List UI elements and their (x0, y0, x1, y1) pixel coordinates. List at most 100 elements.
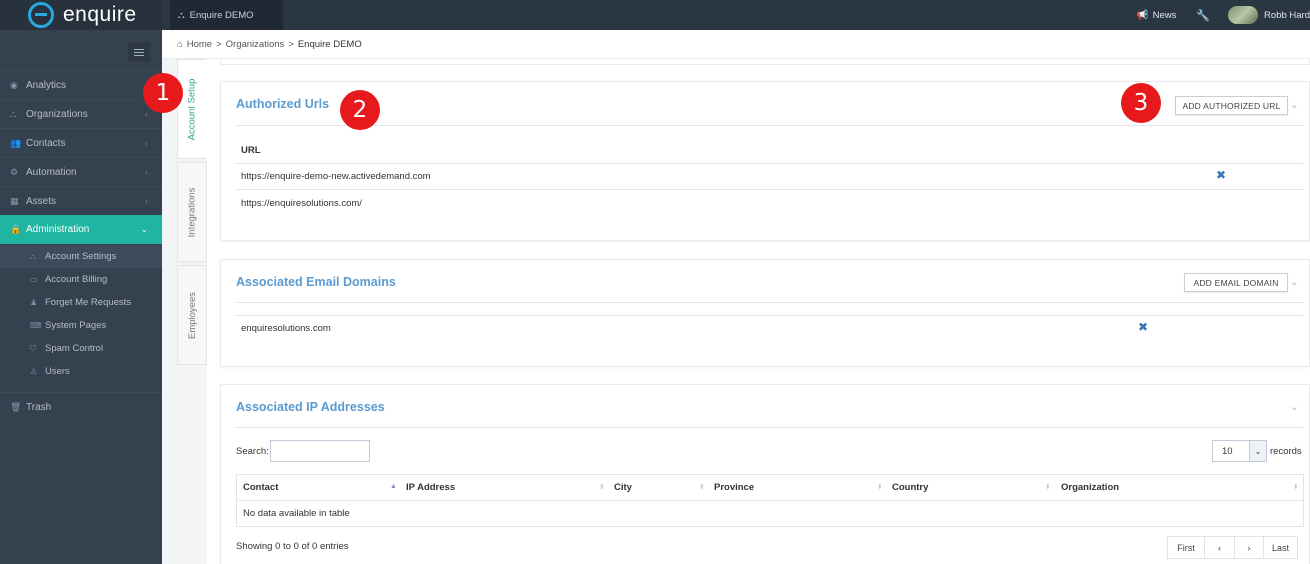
search-input[interactable] (270, 440, 370, 462)
breadcrumb-current: Enquire DEMO (297, 38, 362, 50)
sidebar-item-organizations[interactable]: ⛬ Organizations ‹ (0, 99, 162, 128)
tab-employees[interactable]: Employees (177, 265, 207, 365)
sidebar-subitem-account-billing[interactable]: ▭ Account Billing (0, 268, 162, 291)
user-icon: ♙ (30, 367, 38, 376)
admin-submenu: ⛬ Account Settings ▭ Account Billing ♟ F… (0, 245, 162, 383)
cogs-icon: ⚙ (10, 166, 19, 177)
dashboard-icon: ◉ (10, 79, 18, 90)
sidebar-subitem-spam-control[interactable]: ⛉ Spam Control (0, 337, 162, 360)
org-tab[interactable]: ⛬ Enquire DEMO (170, 0, 283, 30)
app-logo[interactable]: enquire (0, 0, 162, 30)
sidebar-item-label: Administration (26, 224, 90, 235)
table-info: Showing 0 to 0 of 0 entries (236, 541, 349, 552)
tab-account-setup[interactable]: Account Setup (177, 59, 207, 159)
sidebar-subitem-label: Forget Me Requests (45, 297, 132, 308)
sidebar-item-analytics[interactable]: ◉ Analytics (0, 70, 162, 99)
sidebar-item-assets[interactable]: ▦ Assets ‹ (0, 186, 162, 215)
add-authorized-url-button[interactable]: ADD AUTHORIZED URL (1175, 96, 1288, 115)
breadcrumb-organizations[interactable]: Organizations (226, 39, 285, 50)
column-header-city[interactable]: City (614, 482, 632, 493)
sidebar-subitem-system-pages[interactable]: ⌨ System Pages (0, 314, 162, 337)
annotation-badge-3: 3 (1121, 83, 1161, 123)
column-header-province[interactable]: Province (714, 482, 754, 493)
sitemap-icon: ⛬ (10, 108, 17, 119)
divider (236, 189, 1303, 190)
search-label: Search: (236, 446, 269, 457)
grid-icon: ▦ (10, 195, 19, 206)
org-tab-label: Enquire DEMO (189, 9, 254, 21)
news-link[interactable]: 📢 News (1137, 10, 1177, 21)
pager-prev-button[interactable]: ‹ (1204, 536, 1235, 559)
sidebar-item-trash[interactable]: 🗑 Trash (0, 392, 162, 421)
pager-next-button[interactable]: › (1234, 536, 1264, 559)
pager-last-button[interactable]: Last (1263, 536, 1298, 559)
delete-url-icon[interactable]: ✖ (1216, 168, 1226, 182)
tab-label: Employees (186, 291, 198, 339)
sidebar-item-contacts[interactable]: 👥 Contacts ‹ (0, 128, 162, 157)
sidebar-toggle-button[interactable] (128, 42, 150, 62)
sidebar: ◉ Analytics ⛬ Organizations ‹ 👥 Contacts… (0, 30, 162, 564)
shield-icon: ⛉ (30, 343, 36, 353)
divider (236, 427, 1303, 428)
sidebar-subitem-forget-me-requests[interactable]: ♟ Forget Me Requests (0, 291, 162, 314)
news-label: News (1152, 9, 1177, 21)
breadcrumb-separator: > (288, 38, 294, 50)
breadcrumb: ⌂ Home > Organizations > Enquire DEMO (162, 30, 1310, 59)
add-email-domain-button[interactable]: ADD EMAIL DOMAIN (1184, 273, 1288, 292)
chevron-left-icon: ‹ (145, 167, 148, 177)
chevron-down-icon[interactable]: ⌄ (1290, 400, 1299, 413)
sidebar-subitem-account-settings[interactable]: ⛬ Account Settings (0, 245, 162, 268)
records-per-page-select[interactable]: 10 ⌄ (1212, 440, 1267, 462)
ip-addresses-title: Associated IP Addresses (236, 400, 385, 414)
tab-integrations[interactable]: Integrations (177, 162, 207, 262)
pager-first-button[interactable]: First (1167, 536, 1205, 559)
pagination: First ‹ › Last (1167, 536, 1298, 559)
chevron-down-icon[interactable]: ⌄ (1290, 275, 1299, 288)
sidebar-subitem-label: Account Billing (45, 274, 108, 285)
records-value: 10 (1222, 445, 1233, 457)
sidebar-item-label: Automation (26, 166, 77, 178)
wrench-icon[interactable]: 🔧 (1196, 9, 1210, 22)
sort-icon: ⬍ (1045, 484, 1051, 491)
column-header-country[interactable]: Country (892, 482, 928, 493)
sidebar-item-automation[interactable]: ⚙ Automation ‹ (0, 157, 162, 186)
tab-label: Integrations (186, 187, 198, 237)
ip-table: Contact ▲ IP Address ⬍ City ⬍ Province ⬍… (236, 474, 1304, 527)
lock-icon: 🔒 (10, 224, 22, 234)
annotation-badge-1: 1 (143, 73, 183, 113)
app-name: enquire (63, 3, 137, 26)
column-header-ip-address[interactable]: IP Address (406, 482, 455, 493)
megaphone-icon: 📢 (1136, 9, 1149, 21)
sidebar-item-label: Assets (26, 195, 57, 207)
empty-table-message: No data available in table (243, 508, 350, 519)
sidebar-subitem-label: Account Settings (45, 251, 117, 262)
chevron-left-icon: ‹ (145, 196, 148, 206)
avatar[interactable] (1228, 6, 1259, 24)
column-header-organization[interactable]: Organization (1061, 482, 1119, 493)
sort-icon: ⬍ (599, 484, 605, 491)
chevron-left-icon: ‹ (145, 109, 148, 119)
home-icon: ⌂ (177, 38, 183, 50)
sidebar-subitem-users[interactable]: ♙ Users (0, 360, 162, 383)
sitemap-icon: ⛬ (178, 9, 185, 21)
email-domains-panel: Associated Email Domains ADD EMAIL DOMAI… (220, 259, 1310, 367)
top-bar: enquire ⛬ Enquire DEMO 📢 News 🔧 Robb Har… (0, 0, 1310, 30)
url-row-1: https://enquire-demo-new.activedemand.co… (241, 171, 431, 182)
url-row-2: https://enquiresolutions.com/ (241, 198, 362, 209)
user-name[interactable]: Robb Hard (1264, 10, 1310, 21)
chevron-down-icon[interactable]: ⌄ (1290, 98, 1299, 111)
sidebar-item-administration[interactable]: 🔒 Administration ⌄ (0, 215, 162, 244)
chevron-down-icon: ⌄ (140, 224, 148, 234)
sitemap-icon: ⛬ (30, 251, 36, 261)
logo-icon (28, 2, 54, 28)
breadcrumb-separator: > (216, 38, 222, 50)
divider (236, 315, 1303, 316)
delete-domain-icon[interactable]: ✖ (1138, 320, 1148, 334)
breadcrumb-home[interactable]: Home (187, 39, 212, 50)
records-label: records (1270, 446, 1302, 457)
sort-asc-icon: ▲ (390, 483, 397, 490)
main-content: Authorized Urls ADD AUTHORIZED URL ⌄ URL… (207, 59, 1310, 564)
keyboard-icon: ⌨ (30, 321, 42, 330)
chevron-left-icon: ‹ (145, 138, 148, 148)
column-header-contact[interactable]: Contact (243, 482, 278, 493)
